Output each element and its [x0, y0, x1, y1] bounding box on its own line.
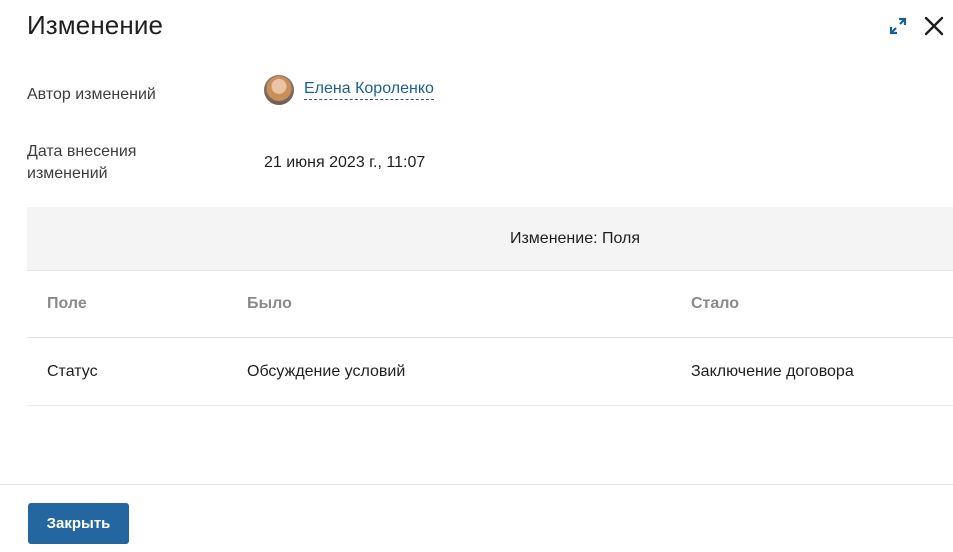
close-icon[interactable] [923, 15, 945, 37]
expand-icon[interactable] [887, 15, 909, 37]
date-label: Дата внесения изменений [27, 143, 137, 182]
column-header-before: Было [247, 295, 292, 312]
date-row: Дата внесения изменений 21 июня 2023 г.,… [27, 141, 953, 191]
avatar [264, 75, 294, 105]
date-value: 21 июня 2023 г., 11:07 [264, 154, 426, 171]
author-label: Автор изменений [27, 86, 156, 103]
dialog-header: Изменение [27, 8, 953, 44]
footer-divider [0, 484, 953, 485]
column-header-after: Стало [691, 295, 740, 312]
dialog-header-actions [887, 12, 945, 40]
author-row: Автор изменений Елена Короленко [27, 73, 953, 113]
table-row: Статус Обсуждение условий Заключение дог… [27, 338, 953, 406]
table-header-row: Поле Было Стало [27, 271, 953, 338]
change-details-dialog: Изменение Автор изменений Елена Короленк… [0, 0, 953, 552]
cell-after: Заключение договора [691, 362, 854, 380]
author-value: Елена Короленко [264, 75, 434, 105]
dialog-title: Изменение [27, 10, 164, 40]
author-link[interactable]: Елена Короленко [304, 80, 434, 100]
cell-before: Обсуждение условий [247, 362, 406, 380]
column-header-field: Поле [47, 295, 87, 312]
changes-section-title: Изменение: Поля [27, 207, 953, 271]
close-button[interactable]: Закрыть [28, 503, 129, 544]
cell-field: Статус [47, 362, 98, 380]
changes-table: Изменение: Поля Поле Было Стало Статус О… [27, 207, 953, 406]
